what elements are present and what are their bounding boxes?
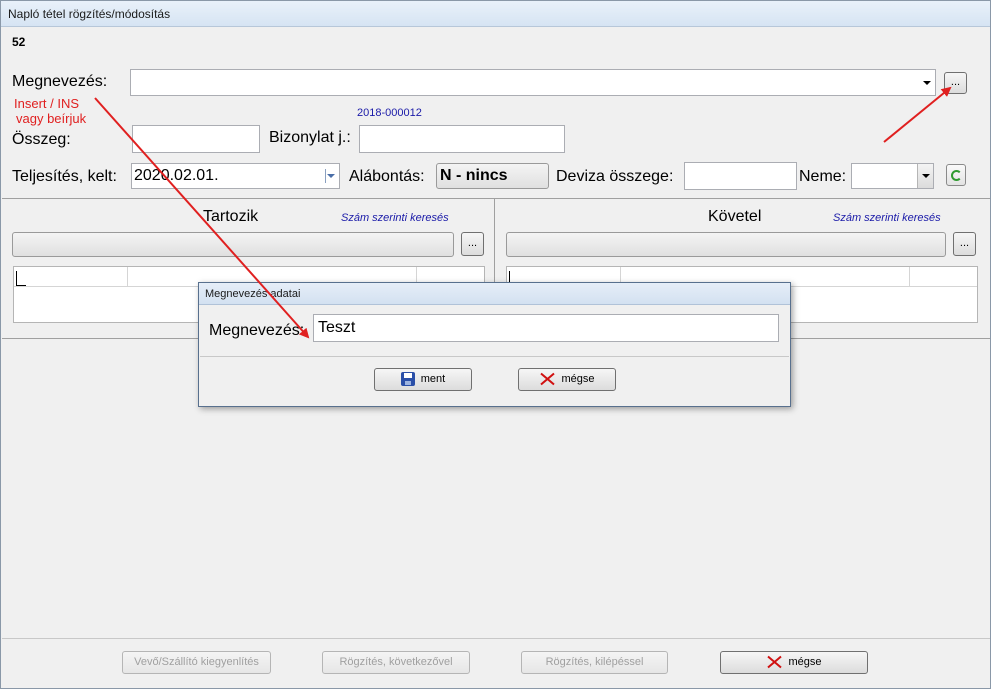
- annotation-arrows: [94, 86, 952, 339]
- arrow-to-dialog-field: [94, 97, 310, 339]
- arrow-to-browse-button: [883, 86, 952, 143]
